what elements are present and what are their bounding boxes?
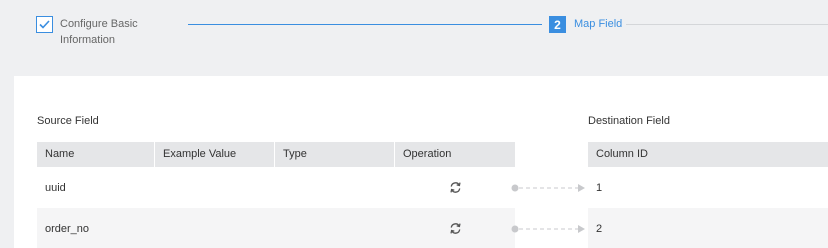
step2-label[interactable]: Map Field xyxy=(574,17,622,31)
mapping-connector[interactable] xyxy=(510,183,586,193)
wizard-steps: Configure Basic Information 2 Map Field xyxy=(0,0,828,76)
column-header-example-value: Example Value xyxy=(155,142,275,167)
mapping-connector[interactable] xyxy=(510,224,586,234)
destination-field-title: Destination Field xyxy=(588,115,670,127)
wizard-progress-line-complete xyxy=(188,24,542,25)
step1-label[interactable]: Configure Basic Information xyxy=(60,16,170,48)
refresh-icon[interactable] xyxy=(449,181,462,194)
destination-row: 1 xyxy=(588,167,828,208)
destination-field-table: Column ID 1 2 xyxy=(588,142,828,248)
source-field-name: uuid xyxy=(45,181,66,194)
source-row: order_no xyxy=(37,208,515,248)
destination-column-id: 2 xyxy=(596,222,603,235)
destination-table-header: Column ID xyxy=(588,142,828,167)
step1-label-line1: Configure Basic xyxy=(60,18,138,30)
step-completed-check-icon xyxy=(36,16,53,33)
column-header-name: Name xyxy=(37,142,155,167)
map-field-page: Configure Basic Information 2 Map Field … xyxy=(0,0,828,248)
destination-column-id: 1 xyxy=(596,181,603,194)
wizard-progress-line-pending xyxy=(626,24,828,25)
column-header-operation: Operation xyxy=(403,148,452,160)
column-header-column-id: Column ID xyxy=(596,148,648,160)
source-operation-cell xyxy=(395,222,515,235)
source-field-name: order_no xyxy=(45,222,90,235)
step2-number-badge: 2 xyxy=(549,16,566,33)
refresh-icon[interactable] xyxy=(449,222,462,235)
source-operation-cell xyxy=(395,181,515,194)
source-field-title: Source Field xyxy=(37,115,99,127)
destination-row: 2 xyxy=(588,208,828,248)
source-field-table: Name Example Value Type Operation uuid o… xyxy=(37,142,515,248)
source-table-header: Name Example Value Type Operation xyxy=(37,142,515,167)
step1-label-line2: Information xyxy=(60,34,116,46)
column-header-type: Type xyxy=(275,142,395,167)
source-row: uuid xyxy=(37,167,515,208)
